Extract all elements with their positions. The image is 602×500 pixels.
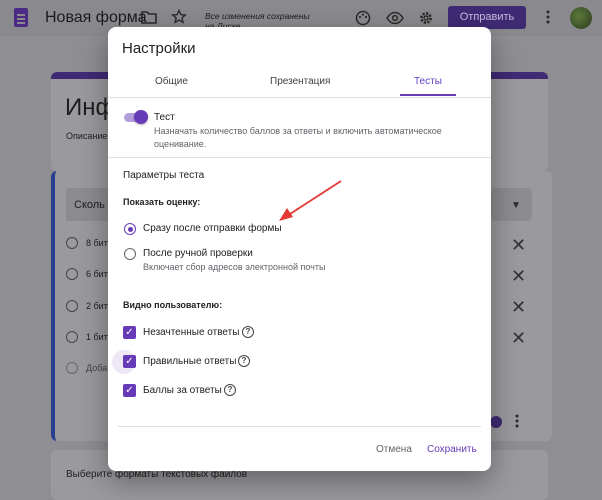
add-option[interactable]: Доба: [86, 363, 107, 373]
option-label[interactable]: 8 бит: [86, 238, 108, 248]
help-icon[interactable]: ?: [224, 384, 236, 396]
check-icon: ✓: [125, 356, 134, 367]
save-button[interactable]: Сохранить: [427, 444, 477, 455]
correct-answers-label[interactable]: Правильные ответы: [143, 356, 236, 367]
point-values-checkbox[interactable]: ✓: [123, 384, 136, 397]
settings-dialog-lower: ✓ Правильные ответы ? ✓ Баллы за ответы …: [108, 27, 491, 471]
form-description[interactable]: Описание: [66, 131, 107, 141]
chevron-down-icon: ▼: [511, 200, 521, 211]
form-title[interactable]: Новая форма: [45, 9, 147, 27]
option-radio[interactable]: [66, 300, 78, 312]
check-icon: ✓: [125, 385, 134, 396]
send-button[interactable]: Отправить: [448, 6, 526, 29]
avatar[interactable]: [570, 7, 592, 29]
option-radio[interactable]: [66, 331, 78, 343]
star-icon[interactable]: [170, 8, 187, 29]
folder-icon[interactable]: [141, 10, 157, 28]
close-icon[interactable]: ✕: [511, 329, 526, 347]
option-label[interactable]: 6 бит: [86, 269, 108, 279]
docs-form-icon[interactable]: [14, 8, 28, 27]
close-icon[interactable]: ✕: [511, 267, 526, 285]
more-vert-icon[interactable]: [513, 413, 521, 433]
option-radio[interactable]: [66, 268, 78, 280]
more-vert-icon[interactable]: [544, 9, 552, 29]
required-toggle[interactable]: [490, 416, 502, 428]
cancel-button[interactable]: Отмена: [376, 444, 412, 455]
footer-divider: [118, 426, 481, 427]
help-icon[interactable]: ?: [238, 355, 250, 367]
point-values-label[interactable]: Баллы за ответы: [143, 385, 222, 396]
close-icon[interactable]: ✕: [511, 236, 526, 254]
option-label[interactable]: 1 бит: [86, 332, 108, 342]
option-radio[interactable]: [66, 237, 78, 249]
correct-answers-checkbox[interactable]: ✓: [123, 355, 136, 368]
add-option-radio: [66, 362, 78, 374]
option-label[interactable]: 2 бит: [86, 301, 108, 311]
close-icon[interactable]: ✕: [511, 298, 526, 316]
question-text: Сколь: [74, 199, 105, 211]
